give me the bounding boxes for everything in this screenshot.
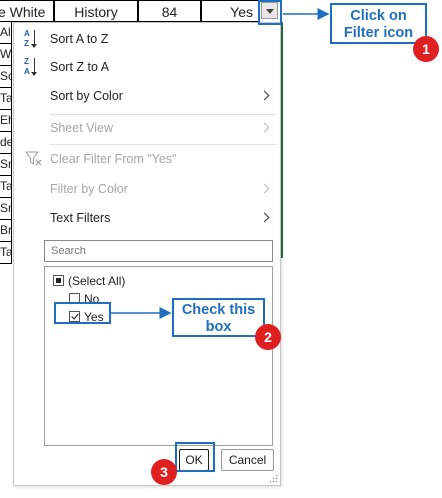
annotation-arrows [111, 8, 330, 319]
callout-click-filter-icon: Click on Filter icon [330, 3, 427, 44]
step-badge-2: 2 [255, 324, 281, 350]
step-badge-3: 3 [151, 459, 177, 485]
callout-check-box: Check this box [172, 298, 265, 337]
step-badge-1: 1 [413, 36, 439, 62]
